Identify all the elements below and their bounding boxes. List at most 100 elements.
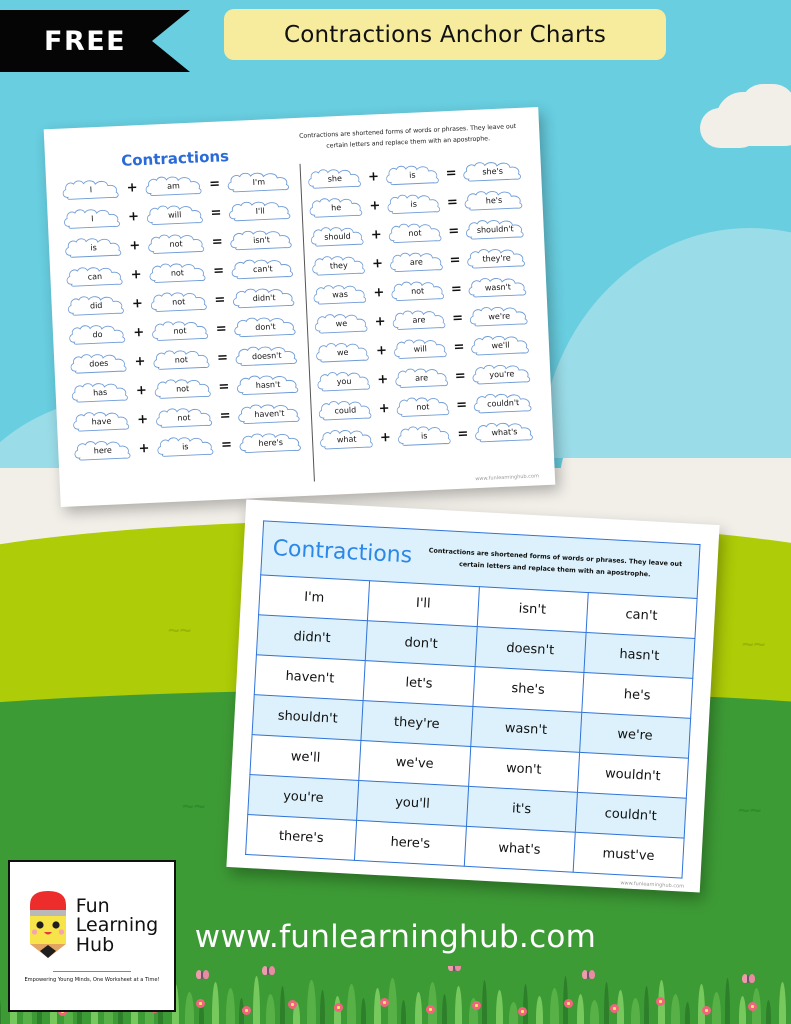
butterfly-icon: [742, 974, 755, 984]
grass-blade-icon: [711, 992, 721, 1024]
plus-operator: +: [132, 325, 145, 341]
word-cloud-label: could: [334, 405, 357, 416]
word-cloud-label: hasn't: [255, 379, 281, 391]
table-cell: she's: [472, 666, 584, 713]
word-cloud: was: [311, 281, 369, 308]
word-cloud-label: you're: [489, 369, 515, 380]
worksheet-table-title: Contractions: [272, 535, 413, 569]
flower-icon: [656, 997, 665, 1006]
grass-blade-icon: [306, 980, 316, 1024]
word-cloud-label: he's: [485, 195, 503, 206]
word-cloud: wasn't: [466, 274, 530, 301]
plus-operator: +: [370, 227, 383, 243]
butterfly-icon: [582, 970, 595, 980]
word-cloud: don't: [232, 314, 300, 341]
word-cloud: not: [152, 376, 214, 403]
word-cloud: did: [65, 292, 127, 319]
grass-blade-icon: [522, 984, 528, 1024]
equals-operator: =: [447, 223, 460, 240]
word-cloud: not: [146, 260, 208, 287]
flower-icon: [702, 1006, 711, 1015]
logo-divider: [53, 971, 131, 972]
equals-operator: =: [212, 263, 225, 279]
logo-wordmark: Fun Learning Hub: [76, 896, 159, 955]
word-cloud: I: [60, 176, 122, 203]
equals-operator: =: [210, 205, 222, 221]
word-cloud-label: not: [410, 286, 425, 296]
worksheet-cloud-chart[interactable]: Contractions Contractions are shortened …: [43, 106, 556, 508]
flower-icon: [518, 1007, 527, 1016]
word-cloud: he's: [462, 187, 526, 214]
word-cloud: what's: [473, 419, 537, 446]
word-cloud: could: [316, 397, 374, 424]
word-cloud: I: [61, 205, 123, 232]
word-cloud-label: shouldn't: [476, 224, 514, 235]
equals-operator: =: [215, 321, 228, 337]
equals-operator: =: [208, 176, 221, 192]
word-cloud-label: what's: [491, 427, 518, 438]
equals-operator: =: [449, 252, 461, 269]
word-cloud-label: is: [181, 442, 189, 452]
word-cloud-label: didn't: [252, 293, 276, 304]
word-cloud: will: [144, 202, 206, 229]
plus-operator: +: [138, 440, 150, 457]
word-cloud-label: do: [92, 329, 103, 340]
page-title: Contractions Anchor Charts: [283, 21, 607, 48]
equals-operator: =: [211, 234, 224, 250]
plus-operator: +: [377, 372, 389, 388]
word-cloud: here: [72, 437, 134, 464]
table-cell: I'm: [258, 574, 370, 621]
table-cell: it's: [465, 786, 578, 833]
plus-operator: +: [379, 429, 392, 446]
word-cloud-label: not: [177, 413, 191, 423]
plus-operator: +: [373, 285, 385, 301]
word-cloud-label: not: [173, 326, 187, 336]
table-cell: we've: [359, 740, 471, 787]
word-cloud-label: are: [412, 315, 426, 325]
word-cloud: should: [308, 223, 366, 250]
table-cell: can't: [585, 592, 698, 639]
word-cloud-label: he: [330, 203, 342, 213]
word-cloud: here's: [237, 429, 305, 456]
plus-operator: +: [367, 169, 380, 185]
word-cloud-label: will: [167, 210, 182, 220]
grass-blade-icon: [252, 976, 260, 1024]
word-cloud-label: is: [90, 243, 97, 253]
word-cloud: am: [142, 173, 204, 200]
worksheet-cloud-description: Contractions are shortened forms of word…: [299, 122, 517, 150]
butterfly-icon: [262, 966, 275, 976]
plus-operator: +: [375, 343, 388, 359]
word-cloud: you're: [470, 361, 534, 388]
word-cloud-label: not: [175, 384, 190, 394]
word-cloud-label: we're: [488, 311, 511, 322]
table-cell: shouldn't: [252, 694, 364, 741]
word-cloud-label: don't: [255, 322, 276, 333]
equals-operator: =: [216, 350, 229, 366]
butterfly-icon: [196, 970, 209, 980]
equals-operator: =: [457, 426, 469, 442]
grass-blade-icon: [279, 986, 285, 1024]
plus-operator: +: [130, 267, 142, 283]
table-cell: don't: [365, 620, 477, 667]
word-cloud: not: [145, 231, 207, 258]
word-cloud-label: not: [170, 268, 185, 278]
word-cloud: couldn't: [471, 390, 535, 417]
plus-operator: +: [129, 238, 141, 254]
worksheet-table-chart[interactable]: Contractions Contractions are shortened …: [226, 499, 720, 893]
table-cell: haven't: [254, 654, 366, 701]
grass-blade-icon: [225, 988, 235, 1024]
grass-blade-icon: [441, 994, 447, 1024]
plus-operator: +: [374, 314, 386, 330]
table-cell: they're: [361, 700, 473, 747]
equals-operator: =: [218, 379, 230, 395]
plus-operator: +: [126, 180, 138, 196]
sky-cloud-icon: [740, 84, 791, 130]
plus-operator: +: [136, 411, 149, 428]
table-cell: here's: [354, 820, 466, 867]
equals-operator: =: [446, 194, 459, 211]
equals-operator: =: [453, 339, 465, 356]
word-cloud-label: not: [416, 402, 430, 412]
word-cloud-label: haven't: [254, 408, 285, 420]
word-cloud-label: has: [92, 387, 108, 398]
word-cloud-label: can: [87, 271, 103, 282]
